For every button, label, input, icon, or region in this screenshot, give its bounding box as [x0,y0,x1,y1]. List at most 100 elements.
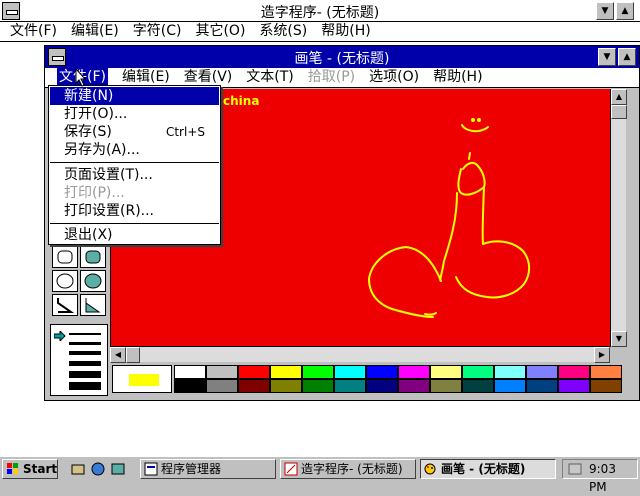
menu-item-print-setup[interactable]: 打印设置(R)... [50,202,219,220]
palette-color-swatch[interactable] [206,365,238,379]
clock[interactable]: 9:03 PM [589,462,616,494]
palette-color-swatch[interactable] [206,379,238,393]
paint-menu-options[interactable]: 选项(O) [369,68,419,87]
palette-color-swatch[interactable] [238,365,270,379]
palette-color-swatch[interactable] [302,365,334,379]
palette-color-swatch[interactable] [398,365,430,379]
tray-app-icon[interactable] [567,462,583,476]
palette-color-swatch[interactable] [174,379,206,393]
start-button[interactable]: Start [2,459,58,479]
outer-menu-other[interactable]: 其它(O) [195,22,245,41]
menu-item-open[interactable]: 打开(O)... [50,105,219,123]
menu-item-new[interactable]: 新建(N) [50,87,219,105]
outlook-icon[interactable] [110,461,126,477]
menu-item-print[interactable]: 打印(P)... [50,184,219,202]
palette-color-swatch[interactable] [526,379,558,393]
palette-color-swatch[interactable] [302,379,334,393]
scroll-right-arrow-icon[interactable]: ▶ [594,347,610,363]
filled-polygon-tool-icon[interactable] [80,294,106,316]
mouse-cursor-icon [75,68,87,87]
line-width-2[interactable] [69,342,101,345]
line-width-3[interactable] [69,351,101,355]
outer-menu-help[interactable]: 帮助(H) [321,22,370,41]
menu-item-page-setup[interactable]: 页面设置(T)... [50,166,219,184]
menu-separator [50,162,219,163]
task-program-manager[interactable]: 程序管理器 [140,459,276,479]
color-palette [110,365,622,395]
palette-color-swatch[interactable] [494,365,526,379]
paint-menu-pick[interactable]: 拾取(P) [308,68,355,87]
line-width-5[interactable] [69,371,101,378]
palette-color-swatch[interactable] [366,365,398,379]
outer-menu-file[interactable]: 文件(F) [10,22,57,41]
paint-window-title: 画笔 - (无标题) [294,51,390,67]
scroll-h-thumb[interactable] [126,347,140,363]
menu-item-save-as[interactable]: 另存为(A)... [50,141,219,159]
save-shortcut: Ctrl+S [165,125,205,139]
palette-color-swatch[interactable] [398,379,430,393]
task-paintbrush[interactable]: 画笔 - (无标题) [420,459,556,479]
palette-color-swatch[interactable] [494,379,526,393]
outer-menu-edit[interactable]: 编辑(E) [71,22,119,41]
palette-color-swatch[interactable] [334,365,366,379]
palette-color-swatch[interactable] [366,379,398,393]
windows-logo-icon [7,463,18,474]
rounded-rect-tool-icon[interactable] [52,246,78,268]
line-width-selector[interactable] [50,324,108,396]
line-width-1[interactable] [69,333,101,335]
paint-menu-help[interactable]: 帮助(H) [433,68,482,87]
ellipse-tool-icon[interactable] [52,270,78,292]
paint-minimize-button[interactable]: ▼ [598,48,616,66]
quick-launch [66,460,134,478]
toolbox [50,246,108,326]
outer-maximize-button[interactable]: ▲ [616,2,634,20]
font-editor-icon [284,462,298,476]
start-label: Start [23,462,58,476]
paint-title-bar: 画笔 - (无标题) ▼ ▲ [45,46,639,68]
menu-separator [50,223,219,224]
outer-menu-char[interactable]: 字符(C) [133,22,182,41]
line-width-4[interactable] [69,361,101,366]
menu-item-exit[interactable]: 退出(X) [50,226,219,244]
palette-color-swatch[interactable] [526,365,558,379]
scroll-up-arrow-icon[interactable]: ▲ [611,89,627,105]
paintbrush-icon [424,463,436,475]
palette-color-swatch[interactable] [270,365,302,379]
outer-minimize-button[interactable]: ▼ [596,2,614,20]
file-menu-dropdown: 新建(N) 打开(O)... 保存(S) Ctrl+S 另存为(A)... 页面设… [48,85,221,245]
menu-item-save[interactable]: 保存(S) Ctrl+S [50,123,219,141]
line-width-6[interactable] [69,382,101,390]
outer-menu-system[interactable]: 系统(S) [259,22,307,41]
program-manager-icon [144,462,158,476]
filled-rounded-rect-tool-icon[interactable] [80,246,106,268]
scroll-left-arrow-icon[interactable]: ◀ [110,347,126,363]
filled-ellipse-tool-icon[interactable] [80,270,106,292]
task-font-editor[interactable]: 造字程序- (无标题) [280,459,416,479]
current-color-indicator [112,365,172,393]
outer-window-title: 造字程序- (无标题) [260,5,380,21]
scroll-thumb[interactable] [611,105,627,119]
palette-color-swatch[interactable] [462,379,494,393]
outer-title-bar: 造字程序- (无标题) ▼ ▲ [0,0,640,22]
palette-color-swatch[interactable] [558,365,590,379]
polygon-tool-icon[interactable] [52,294,78,316]
palette-color-swatch[interactable] [462,365,494,379]
palette-color-swatch[interactable] [270,379,302,393]
palette-color-swatch[interactable] [174,365,206,379]
palette-color-swatch[interactable] [334,379,366,393]
canvas-horizontal-scrollbar[interactable]: ◀ ▶ [110,346,610,363]
explorer-icon[interactable] [90,461,106,477]
line-width-pointer-icon [54,331,66,341]
system-tray: 9:03 PM [562,459,638,494]
palette-color-swatch[interactable] [590,379,622,393]
palette-color-swatch[interactable] [238,379,270,393]
paint-maximize-button[interactable]: ▲ [618,48,636,66]
palette-color-swatch[interactable] [430,379,462,393]
palette-color-swatch[interactable] [558,379,590,393]
canvas-vertical-scrollbar[interactable]: ▲ ▼ [610,89,627,347]
palette-color-swatch[interactable] [430,365,462,379]
palette-color-swatch[interactable] [590,365,622,379]
show-desktop-icon[interactable] [70,461,86,477]
paint-menu-text[interactable]: 文本(T) [246,68,293,87]
scroll-down-arrow-icon[interactable]: ▼ [611,331,627,347]
